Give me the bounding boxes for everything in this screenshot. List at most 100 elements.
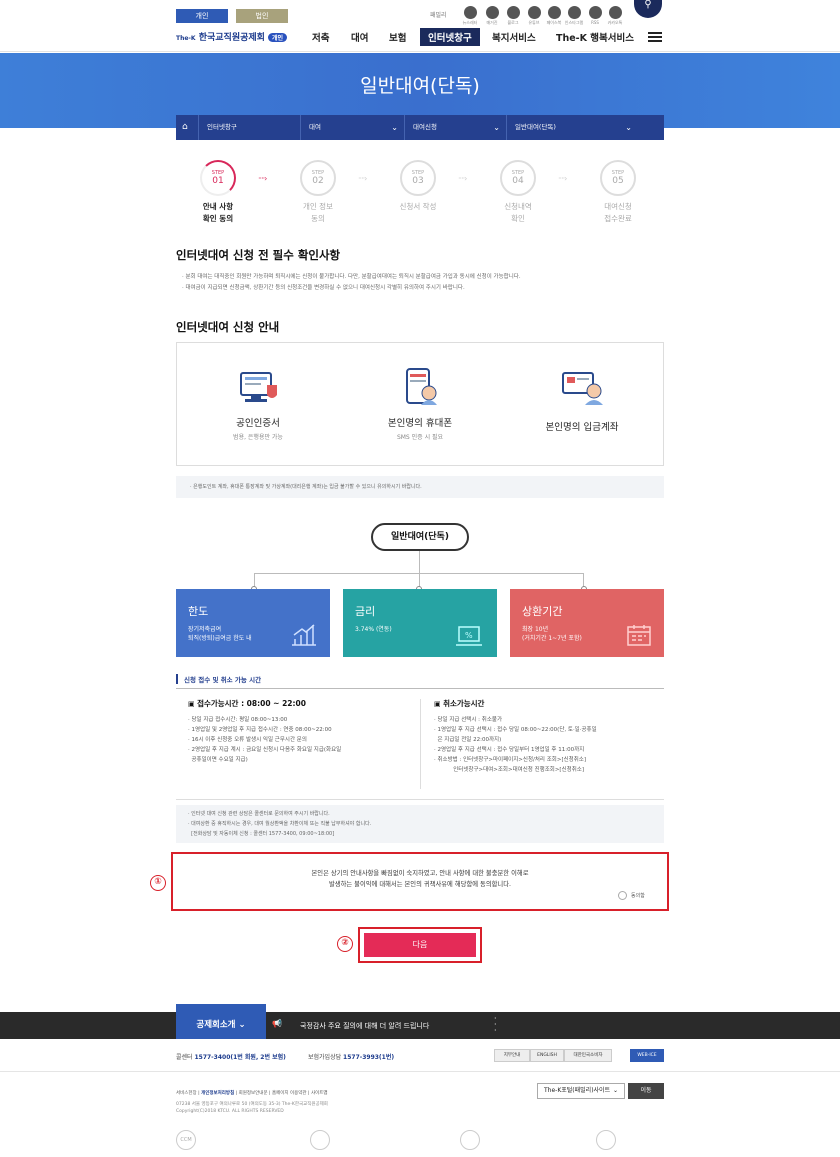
step-label: 대여신청접수완료 bbox=[583, 201, 653, 225]
english-button[interactable]: ENGLISH bbox=[530, 1049, 564, 1062]
address-text: 07238 서울 영등포구 여의나루로 50 (여의도동 35-3) The-K… bbox=[176, 1102, 328, 1107]
tree-connector bbox=[419, 551, 420, 573]
breadcrumb-label: 인터넷창구 bbox=[207, 123, 237, 131]
nav-loan[interactable]: 대여 bbox=[351, 30, 368, 44]
nav-insurance[interactable]: 보험 bbox=[389, 30, 406, 44]
column-divider bbox=[420, 699, 421, 789]
personal-toggle[interactable]: 개인 bbox=[176, 9, 228, 23]
step-arrow-icon: ····› bbox=[458, 174, 467, 183]
limit-box: 한도 장기저축급여 퇴직(방퇴)급여금 한도 내 bbox=[176, 589, 330, 657]
step-label: 신청내역 확인 bbox=[483, 201, 553, 225]
about-menu[interactable]: 공제회소개 ⌄ bbox=[176, 1004, 266, 1039]
agreement-text: 본인은 상기의 안내사항을 빠짐없이 숙지하였고, 안내 사항에 대한 불충분한… bbox=[173, 868, 667, 890]
menu-icon[interactable] bbox=[648, 32, 662, 42]
footer-notice[interactable]: 국정감사 주요 질의에 대해 더 알려 드립니다 bbox=[300, 1021, 429, 1031]
step-label: 안내 사항확인 동의 bbox=[183, 201, 253, 225]
nav-savings[interactable]: 저축 bbox=[312, 30, 329, 44]
chevron-down-icon: ⌄ bbox=[625, 123, 632, 132]
chevron-down-icon: ⌄ bbox=[238, 1020, 246, 1030]
footer-links: 서비스헌장 | 개인정보처리방침 | 회원정보안내문 | 홈페이지 이용약관 |… bbox=[176, 1091, 328, 1096]
requirement-card: 공인인증서 범용, 은행용만 가능 bbox=[177, 343, 339, 465]
magazine-icon[interactable] bbox=[486, 6, 499, 19]
schedule-item: · 16시 이후 신청중 오류 발생시 익일 근무시간 문의 bbox=[188, 737, 307, 743]
percent-laptop-icon: % bbox=[456, 626, 482, 646]
footer-link[interactable]: 개인정보처리방침 bbox=[201, 1091, 234, 1096]
step-label-line: 대여신청 bbox=[604, 202, 632, 211]
instagram-icon[interactable] bbox=[568, 6, 581, 19]
step-label-line: 안내 사항 bbox=[202, 202, 234, 211]
schedule-item: · 당일 지급 선택시 : 취소불가 bbox=[434, 717, 503, 723]
nav-happy-service[interactable]: The-K 행복서비스 bbox=[556, 30, 634, 44]
requirement-card: 본인명의 휴대폰 SMS 인증 시 필요 bbox=[339, 343, 501, 465]
nav-internet-branch[interactable]: 인터넷창구 bbox=[420, 28, 480, 46]
rss-icon[interactable] bbox=[589, 6, 602, 19]
ccm-badge-icon: CCM bbox=[176, 1130, 196, 1150]
step-label-line: 확인 동의 bbox=[202, 214, 234, 223]
notice-item: · 대여금이 지급되면 신청금액, 상환기간 등의 신청조건을 변경하실 수 없… bbox=[182, 285, 465, 291]
kakao-icon[interactable] bbox=[609, 6, 622, 19]
step-number: 05 bbox=[612, 176, 624, 186]
agree-radio[interactable] bbox=[618, 891, 627, 900]
box-title: 금리 bbox=[355, 605, 376, 618]
card-title: 본인명의 입금계좌 bbox=[545, 422, 619, 433]
schedule-table: 접수가능시간 : 08:00 ~ 22:00 · 당일 지급 접수시간: 평일 … bbox=[176, 688, 664, 800]
family-site-value: The-K포털(패밀리)사이트 bbox=[544, 1087, 611, 1094]
nav-welfare[interactable]: 복지서비스 bbox=[492, 30, 536, 44]
about-menu-label: 공제회소개 bbox=[196, 1020, 236, 1030]
logo-text: 한국교직원공제회 bbox=[198, 33, 265, 43]
go-button[interactable]: 이동 bbox=[628, 1083, 664, 1099]
sns-label: 뉴스레터 bbox=[462, 20, 478, 25]
mobile-phone-icon bbox=[406, 368, 437, 405]
breadcrumb-item[interactable]: 대여신청 ⌄ bbox=[404, 115, 506, 140]
consumer-button[interactable]: 대한민국소비자 bbox=[564, 1049, 612, 1062]
breadcrumb-item[interactable]: 일반대여(단독) ⌄ bbox=[506, 115, 638, 140]
sns-label: 카카오톡 bbox=[607, 20, 623, 25]
blog-icon[interactable] bbox=[507, 6, 520, 19]
agree-radio-label[interactable]: 동의함 bbox=[631, 892, 645, 899]
notice-item: [전화상담 및 자동이체 신청 : 콜센터 1577-3400, 09:00~1… bbox=[188, 831, 335, 837]
webice-button[interactable]: WEB-ICE bbox=[630, 1049, 664, 1062]
youtube-icon[interactable] bbox=[528, 6, 541, 19]
schedule-item: · 2영업일 후 지급 계시 : 금요일 신청시 다음주 화요일 지급(화요일 bbox=[188, 747, 342, 753]
next-button[interactable]: 다음 bbox=[364, 933, 476, 957]
step-label: 신청서 작성 bbox=[383, 201, 453, 213]
cancel-column: 취소가능시간 · 당일 지급 선택시 : 취소불가 · 1영업일 후 지급 선택… bbox=[434, 699, 662, 775]
contact-notice: · 인터넷 대여 신청 관련 상담은 콜센터로 문의하여 주시기 바랍니다. ·… bbox=[176, 805, 664, 843]
branch-button[interactable]: 지부안내 bbox=[494, 1049, 530, 1062]
certificate-icon bbox=[240, 372, 277, 402]
breadcrumb-item[interactable]: 대여 ⌄ bbox=[300, 115, 404, 140]
footer-link[interactable]: 홈페이지 이용약관 bbox=[272, 1091, 307, 1096]
callcenter-label: 콜센터 bbox=[176, 1054, 193, 1061]
more-icon[interactable]: · · · bbox=[494, 1015, 500, 1035]
cert-badge-icon bbox=[460, 1130, 480, 1150]
agreement-line: 발생하는 불이익에 대해서는 본인의 귀책사유에 해당함에 동의합니다. bbox=[328, 881, 511, 888]
breadcrumb-label: 대여 bbox=[309, 123, 321, 131]
insurance-info: 보험가입상담 1577-3993(1번) bbox=[308, 1052, 394, 1061]
agreement-line: 본인은 상기의 안내사항을 빠짐없이 숙지하였고, 안내 사항에 대한 불충분한… bbox=[311, 870, 529, 877]
corporate-toggle[interactable]: 법인 bbox=[236, 9, 288, 23]
card-title: 공인인증서 bbox=[236, 418, 280, 429]
footer-link[interactable]: 사이트맵 bbox=[311, 1091, 328, 1096]
step-label-line: 개인 정보 bbox=[303, 202, 333, 211]
family-label[interactable]: 패밀리 bbox=[430, 10, 447, 19]
footer-link[interactable]: 서비스헌장 bbox=[176, 1091, 197, 1096]
step-label-line: 확인 bbox=[511, 214, 525, 223]
schedule-item: · 1영업일 및 2영업일 후 지급 접수시간 : 연중 08:00~22:00 bbox=[188, 727, 332, 733]
site-logo[interactable]: The-K 한국교직원공제회 개인 bbox=[176, 30, 288, 43]
cert-badge-icon bbox=[310, 1130, 330, 1150]
schedule-item: · 2영업일 후 지급 선택시 : 접수 당일부터 1영업일 후 11:00까지 bbox=[434, 747, 585, 753]
search-icon[interactable]: ⚲ bbox=[634, 0, 662, 18]
copyright-text: Copyright(C)2018 KTCU. ALL RIGHTS RESERV… bbox=[176, 1109, 284, 1114]
family-site-select[interactable]: The-K포털(패밀리)사이트 ⌄ bbox=[537, 1083, 625, 1099]
breadcrumb-item[interactable]: 인터넷창구 bbox=[198, 115, 300, 140]
bar-chart-icon bbox=[292, 624, 316, 646]
facebook-icon[interactable] bbox=[548, 6, 561, 19]
step-label: 개인 정보 동의 bbox=[283, 201, 353, 225]
step-label-line: 접수완료 bbox=[604, 214, 632, 223]
loan-type-label: 일반대여(단독) bbox=[371, 523, 469, 551]
newsletter-icon[interactable] bbox=[464, 6, 477, 19]
megaphone-icon: 📢 bbox=[272, 1019, 282, 1028]
footer-link[interactable]: 회원정보안내문 bbox=[239, 1091, 268, 1096]
home-icon[interactable]: ⌂ bbox=[176, 115, 198, 140]
notice-item: · 대여상환 중 휴직하시는 경우, 대여 월상환액을 차환이체 또는 직불 납… bbox=[188, 821, 372, 827]
